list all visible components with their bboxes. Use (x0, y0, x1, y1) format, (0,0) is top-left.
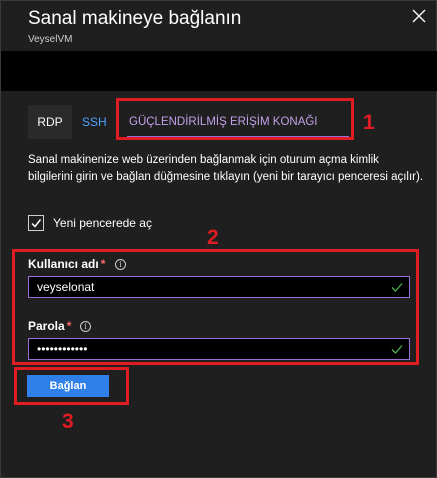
open-new-window-checkbox[interactable] (28, 215, 44, 231)
annotation-number-3: 3 (62, 410, 74, 433)
tab-rdp[interactable]: RDP (28, 105, 72, 139)
annotation-box-1 (116, 98, 354, 140)
checkbox-label: Yeni pencerede aç (53, 216, 152, 230)
checkmark-icon (31, 219, 42, 228)
annotation-number-1: 1 (363, 111, 375, 134)
instructions-text: Sanal makinenize web üzerinden bağlanmak… (28, 154, 424, 183)
close-icon[interactable] (412, 9, 426, 23)
page-title: Sanal makineye bağlanın (28, 8, 242, 29)
vm-name: VeyselVM (28, 34, 73, 45)
tab-ssh[interactable]: SSH (82, 105, 107, 139)
annotation-number-2: 2 (207, 226, 219, 249)
annotation-box-2 (12, 249, 419, 365)
panel-header: Sanal makineye bağlanın VeyselVM (1, 1, 436, 51)
annotation-box-3 (14, 367, 129, 405)
header-bar (1, 51, 437, 91)
